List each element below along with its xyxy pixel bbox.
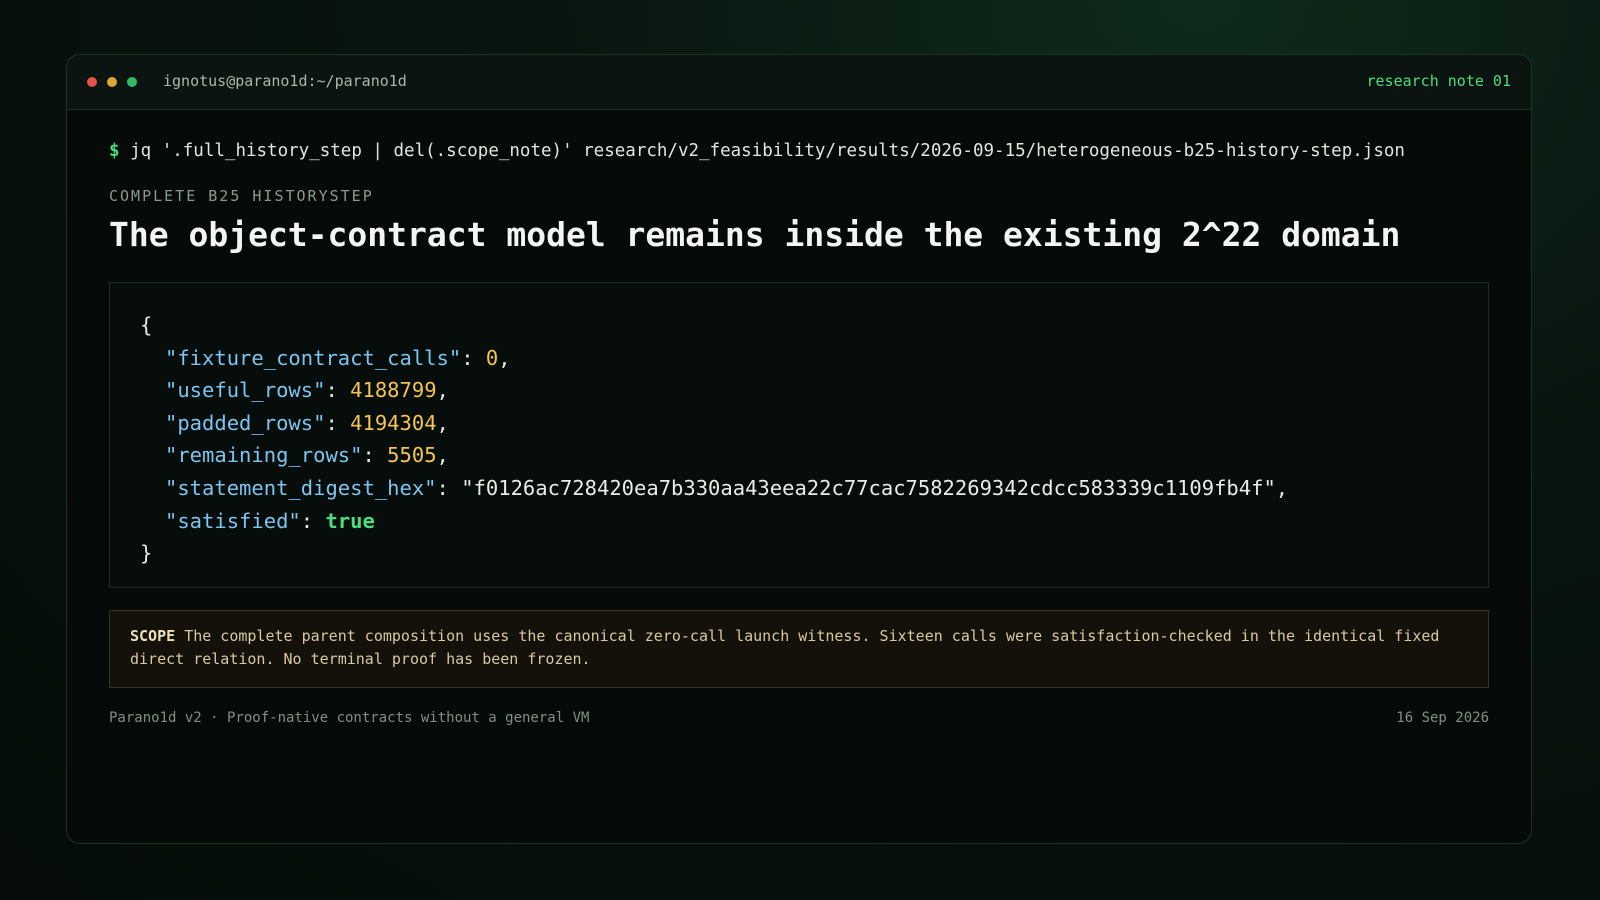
json-value: 0	[485, 345, 499, 370]
scope-note: SCOPE The complete parent composition us…	[109, 610, 1489, 688]
json-value: true	[325, 508, 375, 533]
research-note-tag: research note 01	[1366, 72, 1512, 90]
json-key: "statement_digest_hex"	[165, 475, 437, 500]
section-label: COMPLETE B25 HISTORYSTEP	[109, 187, 374, 205]
json-open-brace: {	[140, 313, 153, 337]
json-colon: :	[362, 443, 388, 468]
json-key: "fixture_contract_calls"	[165, 345, 462, 370]
json-entry: "statement_digest_hex": "f0126ac728420ea…	[140, 472, 1458, 505]
footer-date: 16 Sep 2026	[1396, 710, 1489, 726]
terminal-content: $ jq '.full_history_step | del(.scope_no…	[109, 109, 1489, 726]
page-title: The object-contract model remains inside…	[109, 215, 1401, 254]
scope-text: The complete parent composition uses the…	[130, 627, 1440, 668]
json-colon: :	[436, 475, 462, 500]
command-text: jq '.full_history_step | del(.scope_note…	[130, 141, 1405, 161]
json-trailing-comma: ,	[436, 410, 449, 435]
footer: Parano1d v2 · Proof-native contracts wit…	[109, 710, 1489, 726]
json-trailing-comma: ,	[436, 443, 449, 468]
json-value: 4194304	[350, 410, 437, 435]
window-controls	[87, 77, 137, 87]
title-bar: ignotus@parano1d:~/parano1d research not…	[67, 55, 1531, 110]
command-line[interactable]: $ jq '.full_history_step | del(.scope_no…	[109, 141, 1489, 161]
json-close-brace: }	[140, 541, 153, 566]
json-colon: :	[461, 345, 486, 370]
prompt-symbol: $	[109, 141, 120, 161]
maximize-dot-icon[interactable]	[127, 77, 137, 87]
window-title: ignotus@parano1d:~/parano1d	[163, 72, 407, 90]
json-entries: "fixture_contract_calls": 0, "useful_rows…	[140, 342, 1458, 538]
json-entry: "padded_rows": 4194304,	[140, 407, 1458, 440]
json-colon: :	[325, 410, 351, 435]
json-trailing-comma: ,	[436, 378, 449, 403]
json-value: 5505	[387, 443, 437, 468]
minimize-dot-icon[interactable]	[107, 77, 117, 87]
json-trailing-comma: ,	[1275, 475, 1289, 500]
json-colon: :	[325, 378, 351, 403]
close-dot-icon[interactable]	[87, 77, 97, 87]
json-entry: "useful_rows": 4188799,	[140, 374, 1458, 407]
json-output: { "fixture_contract_calls": 0, "useful_ro…	[109, 282, 1489, 588]
json-entry: "satisfied": true	[140, 505, 1458, 538]
scope-label: SCOPE	[130, 627, 176, 645]
json-entry: "fixture_contract_calls": 0,	[140, 342, 1458, 375]
terminal-window: ignotus@parano1d:~/parano1d research not…	[66, 54, 1532, 844]
json-key: "padded_rows"	[165, 410, 326, 435]
json-value: 4188799	[350, 378, 437, 403]
json-entry: "remaining_rows": 5505,	[140, 439, 1458, 472]
json-colon: :	[300, 508, 326, 533]
json-value: "f0126ac728420ea7b330aa43eea22c77cac7582…	[461, 475, 1276, 500]
footer-project: Parano1d v2 · Proof-native contracts wit…	[109, 710, 590, 726]
json-trailing-comma: ,	[498, 345, 511, 370]
json-key: "useful_rows"	[165, 378, 326, 403]
json-key: "satisfied"	[165, 508, 301, 533]
json-key: "remaining_rows"	[165, 443, 363, 468]
